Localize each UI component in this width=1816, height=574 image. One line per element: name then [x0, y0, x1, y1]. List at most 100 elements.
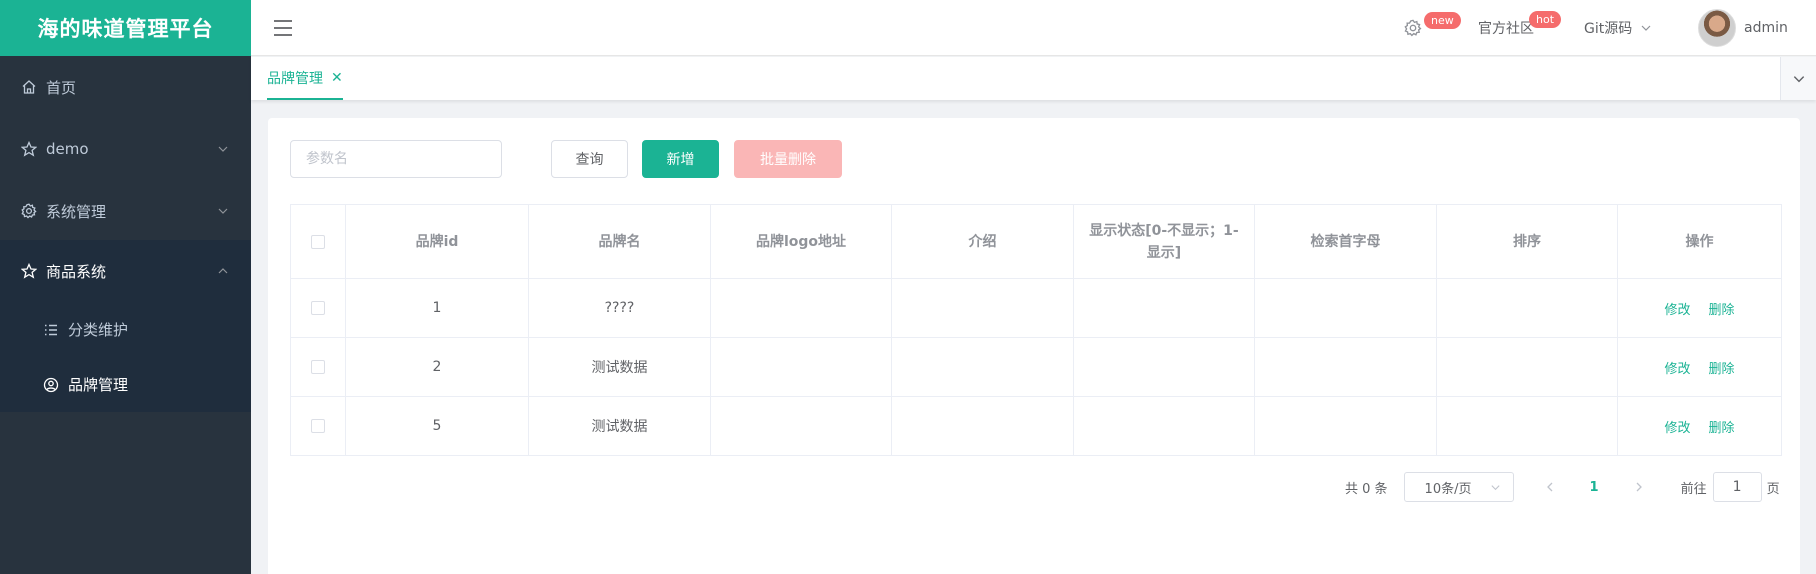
- menu-toggle-icon[interactable]: [273, 19, 293, 37]
- page-size-select[interactable]: 10条/页: [1403, 472, 1514, 502]
- app-logo: 海的味道管理平台: [0, 0, 251, 56]
- current-page[interactable]: 1: [1590, 480, 1599, 495]
- goto-label: 前往: [1680, 481, 1707, 497]
- sidebar-item-system[interactable]: 系统管理: [0, 180, 251, 242]
- select-all-cell: [291, 205, 346, 278]
- row-checkbox[interactable]: [311, 419, 325, 433]
- cell-sort: [1437, 397, 1618, 455]
- chevron-down-icon: [1793, 75, 1804, 82]
- hot-badge: hot: [1529, 11, 1562, 28]
- delete-link[interactable]: 删除: [1709, 417, 1735, 436]
- cell-actions: 修改 删除: [1618, 338, 1781, 396]
- cell-id: 1: [346, 279, 529, 337]
- cell-sort: [1437, 338, 1618, 396]
- row-checkbox[interactable]: [311, 301, 325, 315]
- cell-logo: [711, 397, 892, 455]
- total-count: 共 0 条: [1345, 481, 1388, 497]
- row-select-cell: [291, 279, 346, 337]
- chevron-down-icon: [1490, 484, 1500, 490]
- cell-id: 5: [346, 397, 529, 455]
- sidebar-item-demo[interactable]: demo: [0, 118, 251, 180]
- query-button[interactable]: 查询: [551, 140, 628, 178]
- row-checkbox[interactable]: [311, 360, 325, 374]
- cell-first-letter: [1255, 279, 1437, 337]
- delete-link[interactable]: 删除: [1709, 299, 1735, 318]
- table-header-row: 品牌id 品牌名 品牌logo地址 介绍 显示状态[0-不显示；1-显示] 检索…: [291, 205, 1781, 279]
- tab-brand-management[interactable]: 品牌管理 ✕: [267, 57, 343, 100]
- chevron-down-icon: [218, 208, 228, 214]
- home-icon: [20, 78, 38, 96]
- cell-name: 测试数据: [529, 397, 711, 455]
- edit-link[interactable]: 修改: [1664, 417, 1690, 436]
- column-header: 品牌logo地址: [711, 205, 892, 278]
- sidebar-item-label: 商品系统: [46, 262, 107, 281]
- brand-table: 品牌id 品牌名 品牌logo地址 介绍 显示状态[0-不显示；1-显示] 检索…: [290, 204, 1782, 456]
- column-header: 介绍: [892, 205, 1074, 278]
- new-badge: new: [1424, 12, 1461, 29]
- edit-link[interactable]: 修改: [1664, 358, 1690, 377]
- cell-actions: 修改 删除: [1618, 279, 1781, 337]
- cell-logo: [711, 338, 892, 396]
- close-icon[interactable]: ✕: [331, 70, 343, 86]
- sidebar-item-label: demo: [46, 140, 89, 158]
- sidebar-item-category[interactable]: 分类维护: [0, 302, 251, 357]
- cell-logo: [711, 279, 892, 337]
- cell-id: 2: [346, 338, 529, 396]
- user-menu[interactable]: admin: [1698, 0, 1788, 56]
- sidebar-item-product-system[interactable]: 商品系统: [0, 240, 251, 302]
- select-all-checkbox[interactable]: [311, 234, 325, 249]
- user-circle-icon: [42, 376, 60, 394]
- param-name-input[interactable]: [290, 140, 502, 178]
- column-header: 品牌名: [529, 205, 711, 278]
- chevron-up-icon: [218, 268, 228, 274]
- chevron-down-icon: [218, 146, 228, 152]
- settings-button[interactable]: [1404, 0, 1422, 56]
- cell-intro: [892, 338, 1074, 396]
- column-header: 排序: [1437, 205, 1618, 278]
- avatar: [1698, 9, 1736, 47]
- tabs-bar: 品牌管理 ✕: [251, 57, 1816, 100]
- sidebar-item-label: 首页: [46, 78, 77, 97]
- git-label: Git源码: [1584, 21, 1633, 37]
- column-header: 品牌id: [346, 205, 529, 278]
- cell-intro: [892, 279, 1074, 337]
- sidebar-item-label: 分类维护: [68, 321, 129, 339]
- row-select-cell: [291, 397, 346, 455]
- cell-status: [1074, 338, 1255, 396]
- git-dropdown[interactable]: Git源码: [1584, 0, 1652, 56]
- list-icon: [42, 321, 60, 339]
- next-page-icon[interactable]: [1633, 481, 1645, 493]
- sidebar-item-home[interactable]: 首页: [0, 56, 251, 118]
- tabs-menu-button[interactable]: [1780, 57, 1816, 100]
- sidebar-item-label: 品牌管理: [68, 376, 129, 394]
- edit-link[interactable]: 修改: [1664, 299, 1690, 318]
- prev-page-icon[interactable]: [1544, 481, 1556, 493]
- star-icon: [20, 262, 38, 280]
- row-select-cell: [291, 338, 346, 396]
- goto-page-input[interactable]: [1712, 472, 1762, 502]
- cell-name: 测试数据: [529, 338, 711, 396]
- cell-status: [1074, 397, 1255, 455]
- cell-name: ????: [529, 279, 711, 337]
- star-icon: [20, 140, 38, 158]
- delete-link[interactable]: 删除: [1709, 358, 1735, 377]
- main-card: 查询 新增 批量删除 品牌id 品牌名 品牌logo地址 介绍 显示状态[0-不…: [268, 118, 1800, 574]
- page-suffix: 页: [1766, 481, 1780, 497]
- top-header: new 官方社区 hot Git源码 admin: [251, 0, 1816, 56]
- column-header: 显示状态[0-不显示；1-显示]: [1074, 205, 1255, 278]
- community-link[interactable]: 官方社区: [1478, 18, 1534, 38]
- table-row: 1 ???? 修改 删除: [291, 279, 1781, 338]
- submenu-product-system: 分类维护 品牌管理: [0, 302, 251, 412]
- batch-delete-button[interactable]: 批量删除: [734, 140, 842, 178]
- tab-label: 品牌管理: [267, 70, 323, 87]
- add-button[interactable]: 新增: [642, 140, 719, 178]
- cell-status: [1074, 279, 1255, 337]
- cell-actions: 修改 删除: [1618, 397, 1781, 455]
- username: admin: [1744, 20, 1788, 36]
- sidebar-item-brand[interactable]: 品牌管理: [0, 357, 251, 412]
- gear-icon: [1404, 19, 1422, 37]
- pagination: 共 0 条 10条/页 1 前往 页: [1345, 472, 1780, 502]
- gear-icon: [20, 202, 38, 220]
- column-header: 操作: [1685, 233, 1714, 250]
- table-row: 2 测试数据 修改 删除: [291, 338, 1781, 397]
